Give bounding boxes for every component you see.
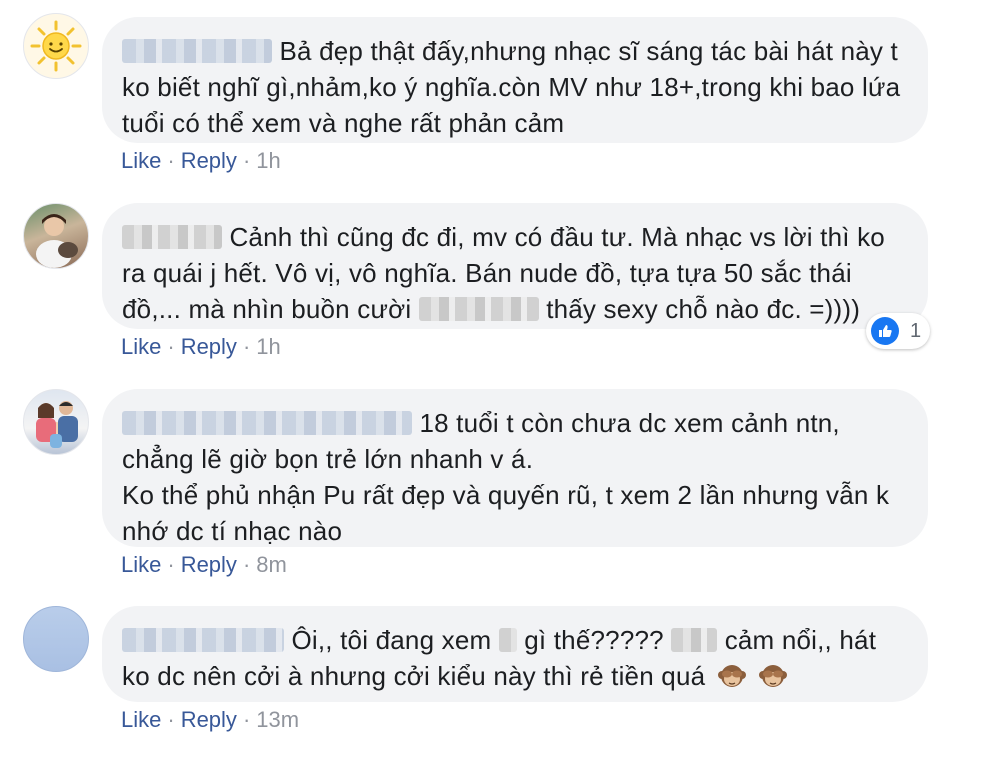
avatar[interactable] xyxy=(23,13,89,79)
comment-bubble: 18 tuổi t còn chưa dc xem cảnh ntn, chẳn… xyxy=(102,389,928,547)
separator-dot: · xyxy=(242,552,251,577)
comment-timestamp[interactable]: 8m xyxy=(256,552,287,577)
comment-timestamp[interactable]: 13m xyxy=(256,707,299,732)
reply-link[interactable]: Reply xyxy=(181,148,237,173)
separator-dot: · xyxy=(242,148,251,173)
like-link[interactable]: Like xyxy=(121,707,161,732)
redacted-username[interactable] xyxy=(122,628,284,652)
separator-dot: · xyxy=(167,148,175,173)
separator-dot: · xyxy=(167,334,175,359)
like-link[interactable]: Like xyxy=(121,552,161,577)
comment-text: gì thế????? xyxy=(524,625,664,655)
avatar[interactable] xyxy=(23,389,89,455)
redacted-text xyxy=(671,628,718,652)
comment-text: Ôi,, tôi đang xem xyxy=(291,625,492,655)
like-reaction-icon xyxy=(871,317,899,345)
comment-text: Ko thể phủ nhận Pu rất đẹp và quyến rũ, … xyxy=(122,480,890,546)
redacted-username[interactable] xyxy=(122,39,272,63)
reaction-count: 1 xyxy=(910,319,922,342)
avatar[interactable] xyxy=(23,203,89,269)
redacted-username[interactable] xyxy=(122,411,412,435)
comment-timestamp[interactable]: 1h xyxy=(256,148,280,173)
see-no-evil-monkey-icon xyxy=(717,661,747,700)
profile-photo-icon xyxy=(36,401,78,448)
separator-dot: · xyxy=(167,707,175,732)
separator-dot: · xyxy=(242,707,251,732)
reply-link[interactable]: Reply xyxy=(181,552,237,577)
comment-text: 18 tuổi t còn chưa dc xem cảnh ntn, xyxy=(419,408,840,438)
redacted-username[interactable] xyxy=(122,225,222,249)
comment-text: chẳng lẽ giờ bọn trẻ lớn nhanh v á. xyxy=(122,444,534,474)
comment-actions: Like · Reply · 13m xyxy=(121,707,299,733)
profile-photo-icon xyxy=(36,214,78,268)
comment-timestamp[interactable]: 1h xyxy=(256,334,280,359)
comment-bubble: Ôi,, tôi đang xem gì thế????? cảm nổi,, … xyxy=(102,606,928,702)
sun-smiley-icon xyxy=(30,20,82,72)
see-no-evil-monkey-icon xyxy=(758,661,788,700)
comment-text: thấy sexy chỗ nào đc. =)))) xyxy=(546,294,861,324)
redacted-text xyxy=(498,628,517,652)
comment-bubble: Bả đẹp thật đấy,nhưng nhạc sĩ sáng tác b… xyxy=(102,17,928,143)
comment-actions: Like · Reply · 1h xyxy=(121,334,281,360)
reaction-summary[interactable]: 1 xyxy=(866,313,930,349)
avatar[interactable] xyxy=(23,606,89,672)
separator-dot: · xyxy=(167,552,175,577)
separator-dot: · xyxy=(242,334,251,359)
comment-bubble: Cảnh thì cũng đc đi, mv có đầu tư. Mà nh… xyxy=(102,203,928,329)
reply-link[interactable]: Reply xyxy=(181,334,237,359)
like-link[interactable]: Like xyxy=(121,148,161,173)
comment-actions: Like · Reply · 1h xyxy=(121,148,281,174)
redacted-text xyxy=(418,297,539,321)
comment-actions: Like · Reply · 8m xyxy=(121,552,287,578)
reply-link[interactable]: Reply xyxy=(181,707,237,732)
like-link[interactable]: Like xyxy=(121,334,161,359)
